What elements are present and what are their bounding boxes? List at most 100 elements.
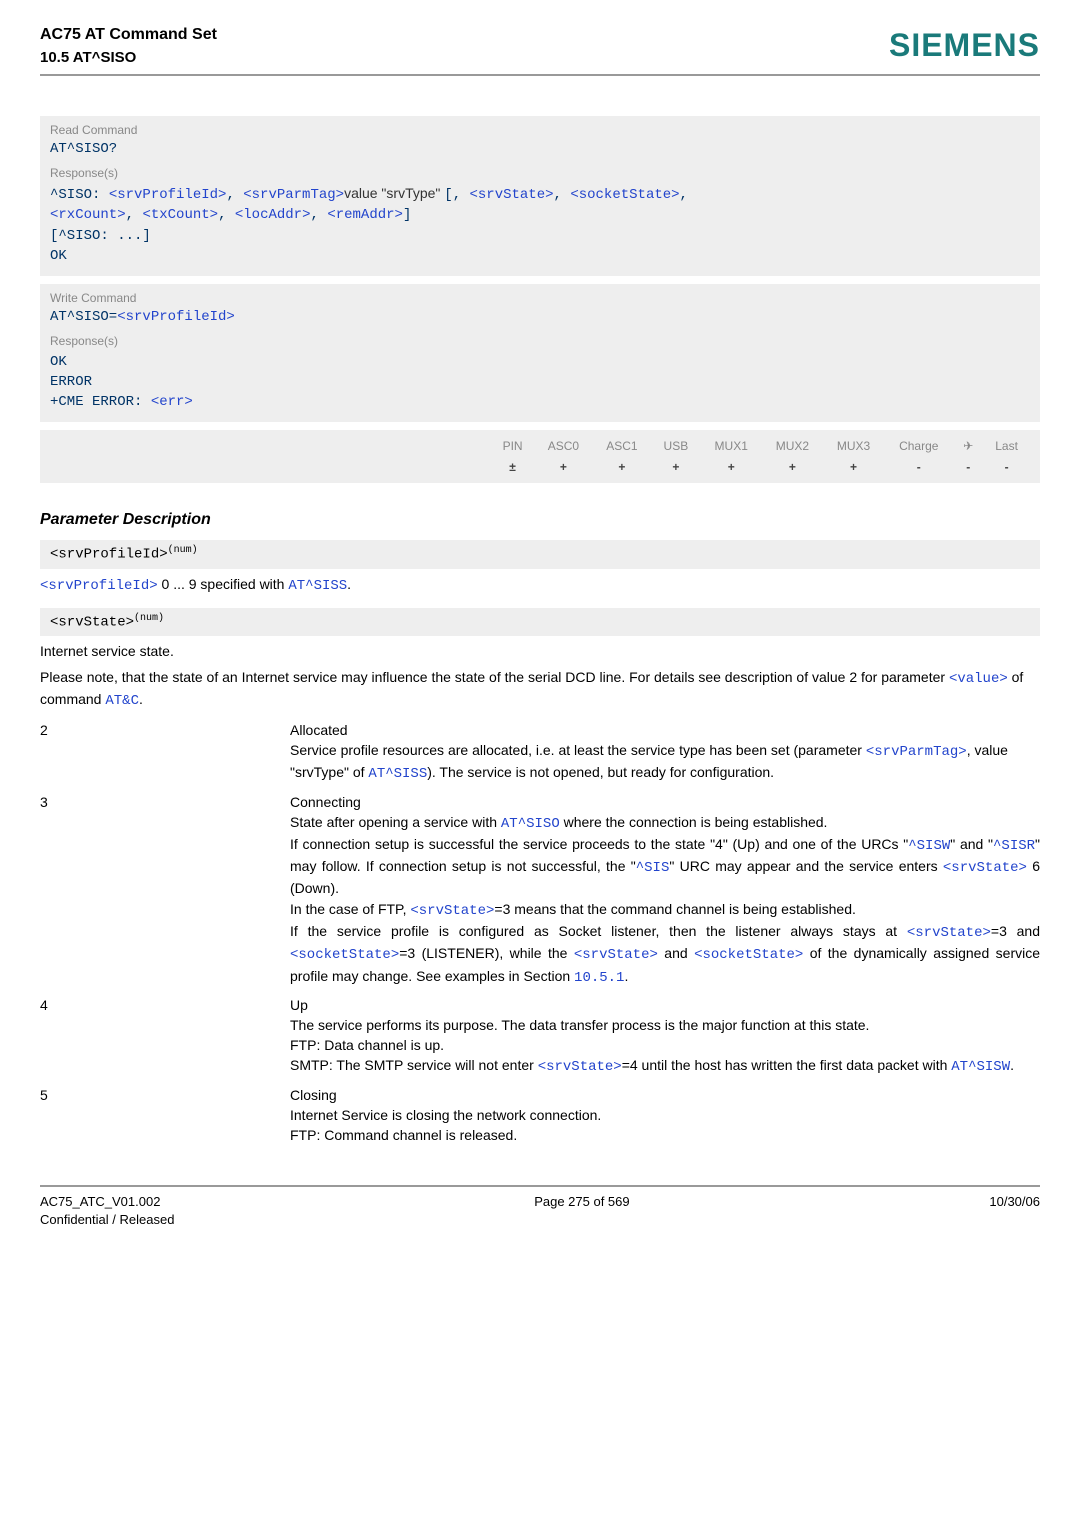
comma-7: , — [311, 207, 328, 223]
param-srvprofileid-name: <srvProfileId> — [50, 547, 168, 563]
s3-at1: AT^SISO — [501, 816, 560, 832]
s4-ss: <srvState> — [538, 1059, 622, 1075]
footer-conf: Confidential / Released — [40, 1211, 174, 1229]
resp-cont: [^SISO: ...] — [50, 228, 151, 244]
s2-at: AT^SISS — [368, 766, 427, 782]
col-mux2: MUX2 — [762, 436, 823, 456]
s2-p1a: Service profile resources are allocated,… — [290, 742, 866, 758]
s3-ss1: <srvState> — [943, 860, 1027, 876]
val-usb: + — [651, 457, 700, 477]
param-srvprofileid-tag: <srvProfileId> — [40, 578, 158, 594]
col-charge: Charge — [884, 436, 953, 456]
state-title-3: Connecting — [290, 793, 1040, 812]
s3-p4d: and — [658, 945, 694, 961]
s3-p3: In the case of FTP, <srvState>=3 means t… — [290, 899, 1040, 921]
s3-p2d: " URC may appear and the service enters — [669, 858, 943, 874]
s3-sock2: <socketState> — [694, 947, 803, 963]
s2-p1c: ). The service is not opened, but ready … — [427, 764, 774, 780]
col-asc0: ASC0 — [534, 436, 592, 456]
s3-p4: If the service profile is configured as … — [290, 921, 1040, 988]
compat-spacer-v — [50, 457, 491, 477]
state-key-5: 5 — [40, 1082, 290, 1149]
state-key-3: 3 — [40, 789, 290, 992]
doc-title: AC75 AT Command Set — [40, 24, 217, 46]
write-response-label: Response(s) — [50, 333, 1030, 349]
page-footer: AC75_ATC_V01.002 Confidential / Released… — [40, 1185, 1040, 1228]
param-srvprofileid-desc: <srvProfileId> 0 ... 9 specified with AT… — [40, 575, 1040, 596]
s3-p1: State after opening a service with AT^SI… — [290, 812, 1040, 834]
tag-rxcount: <rxCount> — [50, 207, 126, 223]
close-br: ] — [403, 207, 411, 223]
footer-page: Page 275 of 569 — [534, 1193, 629, 1228]
section-title: 10.5 AT^SISO — [40, 48, 217, 68]
s3-dot: . — [624, 968, 628, 984]
col-usb: USB — [651, 436, 700, 456]
state-row-5: 5 Closing Internet Service is closing th… — [40, 1082, 1040, 1149]
resp-prefix: ^SISO: — [50, 187, 109, 203]
intro-dot: . — [139, 691, 143, 707]
state-body-4: Up The service performs its purpose. The… — [290, 992, 1040, 1082]
param-srvprofileid-sup: (num) — [168, 545, 198, 556]
footer-left: AC75_ATC_V01.002 Confidential / Released — [40, 1193, 174, 1228]
s3-p2b: " and " — [950, 836, 993, 852]
col-pin: PIN — [491, 436, 534, 456]
tag-srvparmtag: <srvParmTag> — [243, 187, 344, 203]
tag-srvstate: <srvState> — [470, 187, 554, 203]
s4-p2: FTP: Data channel is up. — [290, 1035, 1040, 1055]
airplane-icon: ✈ — [963, 439, 973, 453]
footer-doc-id: AC75_ATC_V01.002 — [40, 1193, 174, 1211]
write-command-label: Write Command — [50, 290, 1030, 306]
read-response-body: ^SISO: <srvProfileId>, <srvParmTag>value… — [50, 183, 1030, 266]
value-label: value "srvType" — [344, 185, 444, 201]
state-table: 2 Allocated Service profile resources ar… — [40, 717, 1040, 1149]
compat-head-row: PIN ASC0 ASC1 USB MUX1 MUX2 MUX3 Charge … — [50, 436, 1030, 456]
comma-5: , — [126, 207, 143, 223]
col-mux3: MUX3 — [823, 436, 884, 456]
state-body-2: Allocated Service profile resources are … — [290, 717, 1040, 788]
state-key-2: 2 — [40, 717, 290, 788]
intro-2a: Please note, that the state of an Intern… — [40, 669, 949, 685]
state-row-4: 4 Up The service performs its purpose. T… — [40, 992, 1040, 1082]
state-row-2: 2 Allocated Service profile resources ar… — [40, 717, 1040, 788]
val-mux3: + — [823, 457, 884, 477]
state-desc-2: Service profile resources are allocated,… — [290, 740, 1040, 785]
val-mux1: + — [701, 457, 762, 477]
s3-p2: If connection setup is successful the se… — [290, 834, 1040, 899]
val-asc1: + — [593, 457, 651, 477]
s2-tag1: <srvParmTag> — [866, 744, 967, 760]
val-pin: ± — [491, 457, 534, 477]
s5-p1: Internet Service is closing the network … — [290, 1105, 1040, 1125]
s3-urc3: ^SIS — [636, 860, 670, 876]
s3-p3a: In the case of FTP, — [290, 901, 410, 917]
write-command-text: AT^SISO=<srvProfileId> — [50, 308, 1030, 327]
param-srvstate-box: <srvState>(num) — [40, 608, 1040, 637]
val-asc0: + — [534, 457, 592, 477]
srvstate-intro-1: Internet service state. — [40, 642, 1040, 662]
val-plane: - — [953, 457, 983, 477]
param-srvprofileid-text: 0 ... 9 specified with — [158, 576, 289, 592]
compat-table: PIN ASC0 ASC1 USB MUX1 MUX2 MUX3 Charge … — [50, 436, 1030, 476]
s3-urc1: ^SISW — [908, 838, 950, 854]
read-command-text: AT^SISO? — [50, 140, 1030, 159]
read-command-label: Read Command — [50, 122, 1030, 138]
read-command-block: Read Command AT^SISO? Response(s) ^SISO:… — [40, 116, 1040, 276]
compat-spacer-h — [50, 436, 491, 456]
compat-val-row: ± + + + + + + - - - — [50, 457, 1030, 477]
srvstate-intro-2: Please note, that the state of an Intern… — [40, 668, 1040, 711]
footer-date: 10/30/06 — [989, 1193, 1040, 1228]
val-last: - — [983, 457, 1030, 477]
tag-txcount: <txCount> — [142, 207, 218, 223]
s4-p3: SMTP: The SMTP service will not enter <s… — [290, 1055, 1040, 1077]
s3-p1b: where the connection is being establishe… — [560, 814, 828, 830]
val-mux2: + — [762, 457, 823, 477]
s3-ss2: <srvState> — [410, 903, 494, 919]
comma-3: , — [554, 187, 571, 203]
open-br: [ — [444, 187, 452, 203]
state-title-2: Allocated — [290, 721, 1040, 740]
comma-1: , — [226, 187, 243, 203]
param-srvprofileid-at: AT^SISS — [288, 578, 347, 594]
tag-locaddr: <locAddr> — [235, 207, 311, 223]
s3-urc2: ^SISR — [993, 838, 1035, 854]
write-command-block: Write Command AT^SISO=<srvProfileId> Res… — [40, 284, 1040, 422]
tag-srvprofileid: <srvProfileId> — [109, 187, 227, 203]
